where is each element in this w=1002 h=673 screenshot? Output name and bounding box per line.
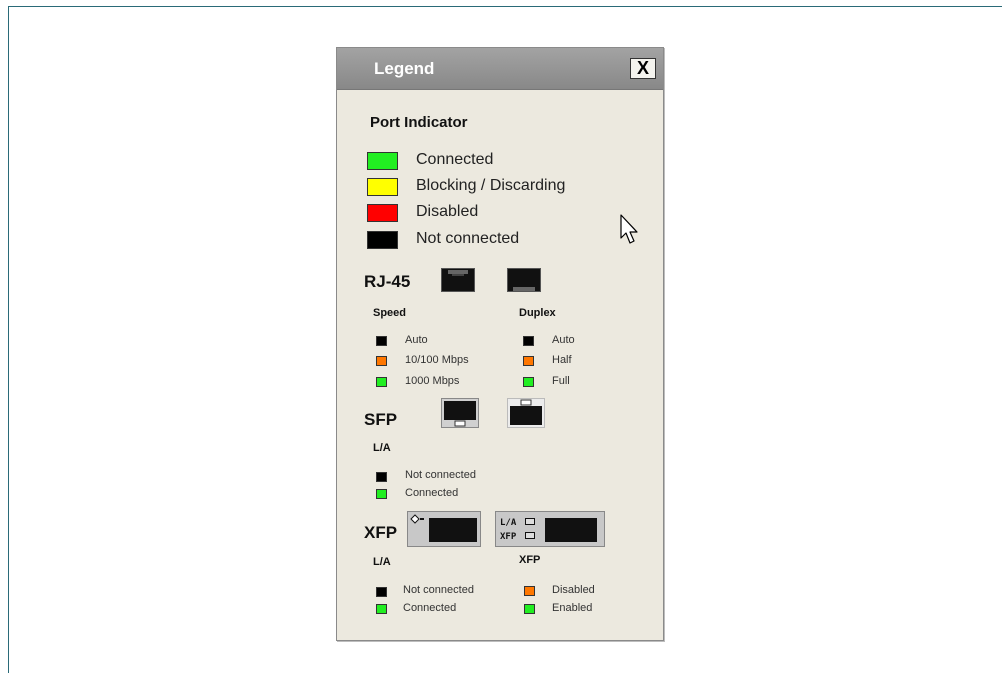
disabled-swatch: [367, 204, 398, 222]
xfp-la-title: L/A: [373, 556, 391, 568]
speed-title: Speed: [373, 307, 407, 319]
speed-1000-swatch: [376, 377, 387, 387]
xfp-not-connected-label: Not connected: [403, 584, 474, 596]
speed-auto-swatch: [376, 336, 387, 346]
blocking-swatch: [367, 178, 398, 196]
sfp-not-connected-swatch: [376, 472, 387, 482]
xfp-status-title: XFP: [519, 554, 541, 566]
xfp-module-xfp-label: XFP: [500, 532, 517, 542]
mouse-pointer-icon: [620, 214, 638, 244]
close-button[interactable]: X: [630, 58, 656, 79]
speed-10-100-swatch: [376, 356, 387, 366]
xfp-module-icon: L/A XFP: [495, 511, 605, 547]
xfp-connected-swatch: [376, 604, 387, 614]
duplex-auto-swatch: [523, 336, 534, 346]
xfp-module-la-led: [525, 518, 535, 525]
xfp-enabled-label: Enabled: [552, 602, 593, 614]
speed-10-100-label: 10/100 Mbps: [405, 354, 469, 366]
duplex-auto-label: Auto: [552, 334, 575, 346]
sfp-port-icon: [441, 398, 479, 428]
xfp-label: XFP: [364, 523, 398, 542]
port-indicator-title: Port Indicator: [370, 114, 468, 131]
disabled-label: Disabled: [416, 203, 479, 220]
connected-swatch: [367, 152, 398, 170]
not-connected-label: Not connected: [416, 230, 520, 247]
rj45-label: RJ-45: [364, 272, 411, 291]
legend-title: Legend: [374, 59, 435, 78]
xfp-port-icon: [407, 511, 481, 547]
sfp-port-icon-alt: [507, 398, 545, 428]
speed-auto-label: Auto: [405, 334, 428, 346]
xfp-connected-label: Connected: [403, 602, 457, 614]
duplex-full-swatch: [523, 377, 534, 387]
xfp-module-xfp-led: [525, 532, 535, 539]
sfp-label: SFP: [364, 410, 398, 429]
sfp-connected-swatch: [376, 489, 387, 499]
xfp-module-slot: [545, 518, 597, 542]
duplex-full-label: Full: [552, 375, 570, 387]
duplex-title: Duplex: [519, 307, 556, 319]
duplex-half-swatch: [523, 356, 534, 366]
sfp-la-title: L/A: [373, 442, 391, 454]
legend-titlebar[interactable]: Legend X: [337, 48, 663, 90]
xfp-not-connected-swatch: [376, 587, 387, 597]
xfp-disabled-label: Disabled: [552, 584, 595, 596]
sfp-not-connected-label: Not connected: [405, 469, 476, 481]
legend-window: Legend X Port Indicator Connected Blocki…: [336, 47, 664, 641]
duplex-half-label: Half: [552, 354, 572, 366]
speed-1000-label: 1000 Mbps: [405, 375, 460, 387]
connected-label: Connected: [416, 151, 494, 168]
xfp-module-la-label: L/A: [500, 518, 517, 528]
blocking-label: Blocking / Discarding: [416, 177, 566, 194]
rj45-port-icon-alt: [507, 268, 541, 292]
sfp-connected-label: Connected: [405, 487, 459, 499]
xfp-disabled-swatch: [524, 586, 535, 596]
xfp-enabled-swatch: [524, 604, 535, 614]
not-connected-swatch: [367, 231, 398, 249]
rj45-port-icon: [441, 268, 475, 292]
